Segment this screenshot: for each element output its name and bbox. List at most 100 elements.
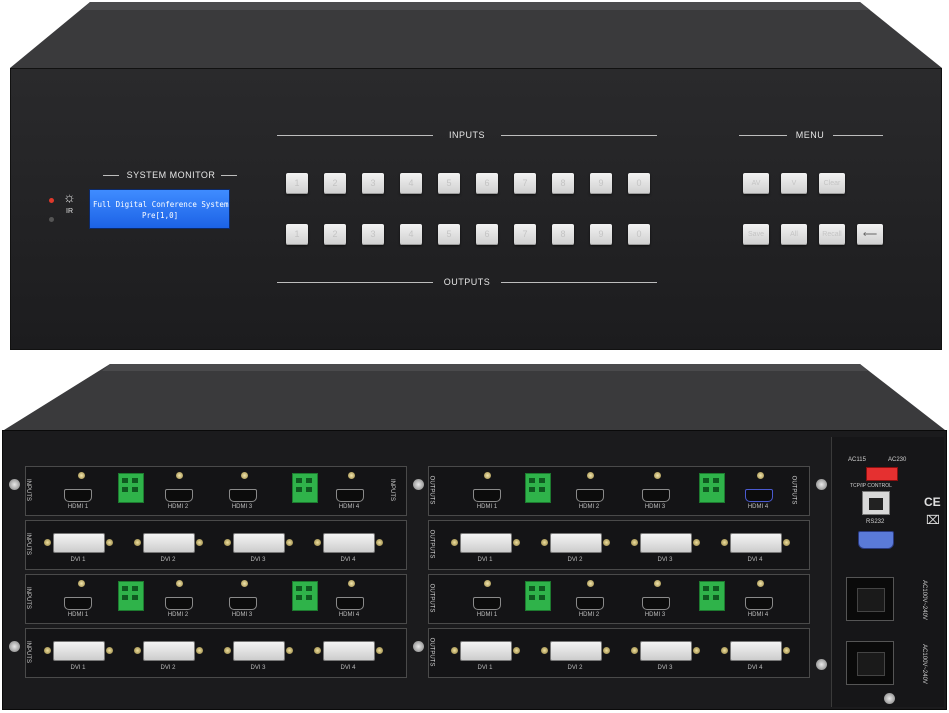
dvi-port[interactable] [323,641,375,661]
tcp-control-label: TCP/IP CONTROL [850,483,892,489]
menu-v-button[interactable]: V [781,173,807,194]
input-card-dvi-1: INPUTS DVI 1 DVI 2 DVI 3 DVI 4 [25,520,407,570]
chassis-screw [884,693,895,704]
chassis-screw [9,479,20,490]
dvi-port[interactable] [640,533,692,553]
input-button-3[interactable]: 3 [362,173,384,194]
menu-recall-button[interactable]: Recall [819,224,845,245]
dvi-port[interactable] [730,533,782,553]
hdmi-port[interactable] [229,489,257,502]
output-button-1[interactable]: 1 [286,224,308,245]
divider [103,175,119,176]
output-button-4[interactable]: 4 [400,224,422,245]
output-button-7[interactable]: 7 [514,224,536,245]
system-monitor-label: SYSTEM MONITOR [126,170,216,180]
power-led [49,198,54,203]
output-button-9[interactable]: 9 [590,224,612,245]
ir-label: IR [66,208,73,215]
hdmi-port[interactable] [165,489,193,502]
hdmi-port[interactable] [576,489,604,502]
dvi-port[interactable] [233,533,285,553]
hdmi-port[interactable] [64,489,92,502]
input-button-8[interactable]: 8 [552,173,574,194]
outputs-label: OUTPUTS [443,277,491,287]
hdmi-port[interactable] [745,597,773,610]
input-card-dvi-2: INPUTS DVI 1 DVI 2 DVI 3 DVI 4 [25,628,407,678]
menu-av-button[interactable]: AV [743,173,769,194]
ce-mark-icon: CE [924,495,941,509]
control-module: AC115 AC230 TCP/IP CONTROL RS232 CE ⌧ AC… [831,437,944,707]
input-button-7[interactable]: 7 [514,173,536,194]
hdmi-port[interactable] [473,597,501,610]
rear-chassis-top [4,364,945,430]
hdmi-port[interactable] [642,489,670,502]
dvi-port[interactable] [550,533,602,553]
dvi-port[interactable] [143,533,195,553]
chassis-screw [413,479,424,490]
dvi-port[interactable] [53,641,105,661]
hdmi-port[interactable] [336,489,364,502]
hdmi-port[interactable] [745,489,773,502]
output-card-dvi-2: OUTPUTS DVI 1 DVI 2 DVI 3 DVI 4 [428,628,810,678]
input-button-6[interactable]: 6 [476,173,498,194]
hdmi-port[interactable] [473,489,501,502]
input-button-4[interactable]: 4 [400,173,422,194]
dvi-port[interactable] [53,533,105,553]
menu-all-button[interactable]: All [781,224,807,245]
voltage-switch[interactable] [866,467,898,481]
output-card-dvi-1: OUTPUTS DVI 1 DVI 2 DVI 3 DVI 4 [428,520,810,570]
ir-sensor [49,217,54,222]
chassis-screw [9,641,20,652]
input-button-1[interactable]: 1 [286,173,308,194]
card-label: INPUTS [25,478,32,502]
dvi-port[interactable] [550,641,602,661]
divider [833,135,883,136]
rs232-label: RS232 [866,519,885,525]
inputs-label: INPUTS [448,130,485,140]
dvi-port[interactable] [460,533,512,553]
divider [221,175,237,176]
dvi-port[interactable] [730,641,782,661]
menu-save-button[interactable]: Save [743,224,769,245]
output-card-hdmi-2: OUTPUTS HDMI 1 HDMI 2 HDMI 3 HDMI 4 [428,574,810,624]
ac115-label: AC115 [848,457,866,463]
divider [501,135,657,136]
menu-clear-button[interactable]: Clear [819,173,845,194]
ethernet-port[interactable] [862,491,890,515]
divider [277,282,433,283]
sun-icon: ☼ [63,189,76,205]
front-chassis-top [10,2,942,68]
input-card-hdmi-1: INPUTS HDMI 1 HDMI 2 HDMI 3 HDMI 4 INPUT… [25,466,407,516]
output-button-2[interactable]: 2 [324,224,346,245]
hdmi-port[interactable] [336,597,364,610]
hdmi-port[interactable] [576,597,604,610]
input-button-0[interactable]: 0 [628,173,650,194]
output-button-0[interactable]: 0 [628,224,650,245]
enter-button[interactable]: ⟵ [857,224,883,245]
input-button-5[interactable]: 5 [438,173,460,194]
hdmi-port[interactable] [165,597,193,610]
output-button-8[interactable]: 8 [552,224,574,245]
dvi-port[interactable] [323,533,375,553]
power-inlet-1[interactable] [846,577,894,621]
output-button-3[interactable]: 3 [362,224,384,245]
chassis-screw [413,641,424,652]
divider [277,135,433,136]
rs232-port[interactable] [858,531,894,549]
input-button-9[interactable]: 9 [590,173,612,194]
output-button-5[interactable]: 5 [438,224,460,245]
hdmi-port[interactable] [642,597,670,610]
dvi-port[interactable] [143,641,195,661]
output-card-hdmi-1: OUTPUTS HDMI 1 HDMI 2 HDMI 3 HDMI 4 OUTP… [428,466,810,516]
output-button-6[interactable]: 6 [476,224,498,245]
dvi-port[interactable] [233,641,285,661]
dvi-port[interactable] [460,641,512,661]
lcd-line-1: Full Digital Conference System [93,200,229,209]
chassis-screw [816,479,827,490]
power-inlet-2[interactable] [846,641,894,685]
dvi-port[interactable] [640,641,692,661]
hdmi-port[interactable] [229,597,257,610]
hdmi-port[interactable] [64,597,92,610]
lcd-display: Full Digital Conference System Pre[1,0] [89,189,230,229]
input-button-2[interactable]: 2 [324,173,346,194]
